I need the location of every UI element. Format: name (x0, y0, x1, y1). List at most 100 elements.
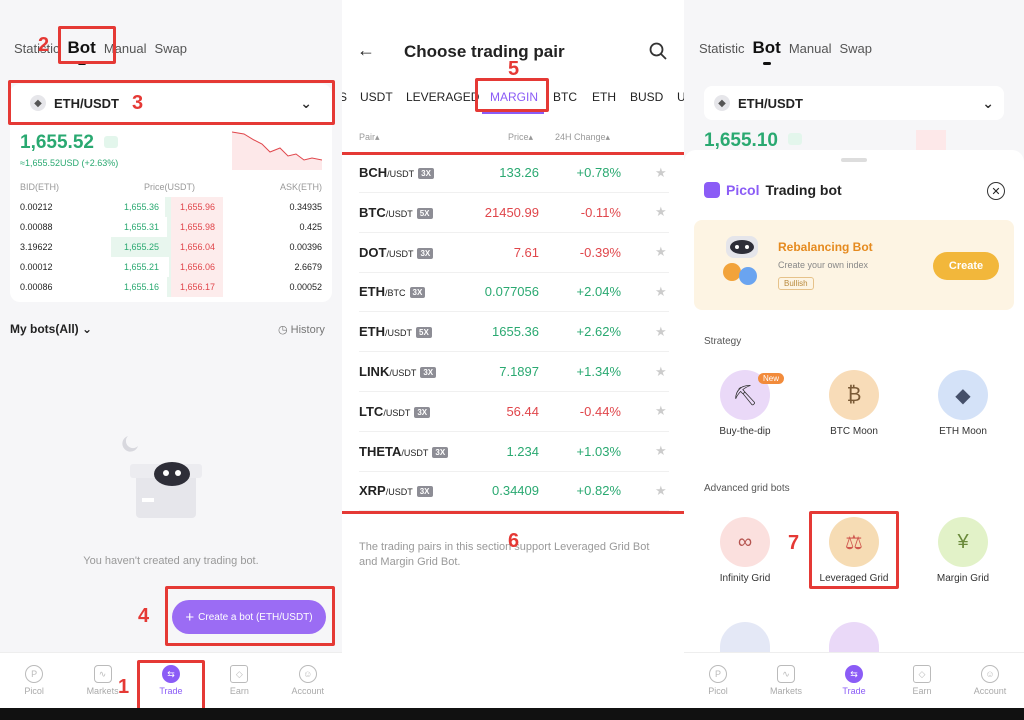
favorite-star-icon[interactable]: ★ (655, 244, 667, 260)
pair-base: THETA/USDT 3X (359, 444, 449, 459)
bot-home-panel: Statistic Bot Manual Swap ◆ ETH/USDT ⌄ 1… (0, 0, 342, 720)
favorite-star-icon[interactable]: ★ (655, 364, 667, 380)
nav-picol[interactable]: P Picol (688, 665, 748, 696)
pair-price: 133.26 (499, 165, 539, 180)
clock-icon: ◷ (278, 324, 288, 336)
tab-eth[interactable]: ETH (592, 90, 616, 104)
banner-title: Rebalancing Bot (778, 240, 873, 254)
pair-row[interactable]: ETH/USDT 5X 1655.36 +2.62% ★ (359, 312, 669, 353)
tab-s[interactable]: S (342, 90, 347, 104)
search-icon[interactable] (649, 42, 667, 60)
orderbook-row[interactable]: 0.00086 1,655.16 1,656.17 0.00052 (20, 277, 322, 297)
pair-row[interactable]: DOT/USDT 3X 7.61 -0.39% ★ (359, 233, 669, 273)
nav-markets[interactable]: ∿ Markets (756, 665, 816, 696)
swap-icon: ⇆ (161, 665, 180, 683)
tab-statistic[interactable]: Statistic (699, 41, 745, 56)
tab-busd[interactable]: BUSD (630, 90, 663, 104)
sheet-handle[interactable] (841, 158, 867, 162)
tab-bot[interactable]: Bot (68, 38, 96, 58)
tab-leveraged[interactable]: LEVERAGED (406, 90, 479, 104)
pair-selector[interactable]: ◆ ETH/USDT ⌄ (20, 86, 322, 120)
mini-price-chart (916, 130, 946, 150)
candle-icon[interactable] (788, 133, 802, 145)
create-rebalancing-button[interactable]: Create (933, 252, 999, 280)
favorite-star-icon[interactable]: ★ (655, 443, 667, 459)
pair-row[interactable]: BCH/USDT 3X 133.26 +0.78% ★ (359, 153, 669, 193)
favorite-star-icon[interactable]: ★ (655, 204, 667, 220)
nav-label: Trade (842, 686, 866, 696)
nav-account[interactable]: ☺ Account (960, 665, 1020, 696)
favorite-star-icon[interactable]: ★ (655, 284, 667, 300)
favorite-star-icon[interactable]: ★ (655, 403, 667, 419)
tab-bot[interactable]: Bot (753, 38, 781, 58)
pair-price: 7.61 (513, 244, 539, 260)
favorite-star-icon[interactable]: ★ (655, 165, 667, 181)
pair-price: 56.44 (506, 403, 539, 419)
bid-amount: 0.00086 (20, 282, 53, 292)
nav-picol[interactable]: P Picol (4, 665, 64, 696)
nav-earn[interactable]: ◇ Earn (892, 665, 952, 696)
back-arrow-icon[interactable]: ← (357, 40, 375, 61)
col-price[interactable]: Price▴ (508, 132, 533, 143)
history-label: History (290, 324, 325, 336)
create-bot-button[interactable]: + Create a bot (ETH/USDT) (172, 600, 326, 634)
trading-bot-sheet-panel: Statistic Bot Manual Swap ◆ ETH/USDT ⌄ 1… (684, 0, 1024, 720)
tab-manual[interactable]: Manual (789, 41, 832, 56)
last-price: 1,655.10 (704, 130, 778, 151)
pair-row[interactable]: THETA/USDT 3X 1.234 +1.03% ★ (359, 432, 669, 472)
pair-row[interactable]: XRP/USDT 3X 0.34409 +0.82% ★ (359, 471, 669, 512)
new-badge: New (758, 373, 785, 384)
nav-trade[interactable]: ⇆ Trade (141, 665, 201, 696)
pair-row[interactable]: LTC/USDT 3X 56.44 -0.44% ★ (359, 392, 669, 432)
nav-label: Picol (708, 686, 728, 696)
orderbook-row[interactable]: 0.00088 1,655.31 1,655.98 0.425 (20, 217, 322, 237)
bot-margin-grid[interactable]: ¥ Margin Grid (923, 517, 1003, 584)
tab-swap[interactable]: Swap (839, 41, 872, 56)
my-bots-label: My bots(All) (10, 322, 79, 336)
ask-price: 1,655.96 (180, 202, 216, 212)
orderbook-row[interactable]: 0.00212 1,655.36 1,655.96 0.34935 (20, 197, 322, 217)
nav-earn[interactable]: ◇ Earn (209, 665, 269, 696)
advanced-label: Advanced grid bots (704, 483, 790, 494)
leverage-badge: 3X (432, 446, 449, 458)
bid-price: 1,655.31 (124, 222, 160, 232)
bid-amount: 0.00088 (20, 222, 53, 232)
pair-price: 21450.99 (484, 204, 539, 220)
nav-trade[interactable]: ⇆ Trade (824, 665, 884, 696)
orderbook-row[interactable]: 0.00012 1,655.21 1,656.06 2.6679 (20, 257, 322, 277)
nav-label: Markets (769, 686, 802, 696)
bot-leveraged-grid[interactable]: ⚖ Leveraged Grid (814, 517, 894, 584)
tab-usdt[interactable]: USDT (360, 90, 393, 104)
candle-icon[interactable] (104, 136, 118, 148)
close-icon[interactable]: ✕ (987, 182, 1005, 200)
annotation-number-7: 7 (788, 532, 800, 554)
pair-row[interactable]: LINK/USDT 3X 7.1897 +1.34% ★ (359, 352, 669, 392)
strategy-eth-moon[interactable]: ◆ ETH Moon (923, 370, 1003, 437)
orderbook-header: BID(ETH) Price(USDT) ASK(ETH) (20, 182, 322, 192)
bot-label-text: Margin Grid (936, 573, 990, 584)
seesaw-icon: ⚖ (829, 517, 879, 567)
orderbook-row[interactable]: 3.19622 1,655.25 1,656.04 0.00396 (20, 237, 322, 257)
history-link[interactable]: ◷ History (278, 323, 325, 336)
annotation-number-6: 6 (508, 530, 520, 552)
pair-row[interactable]: ETH/BTC 3X 0.077056 +2.04% ★ (359, 272, 669, 313)
bot-infinity-grid[interactable]: ∞ Infinity Grid (705, 517, 785, 584)
favorite-star-icon[interactable]: ★ (655, 483, 667, 499)
leverage-badge: 3X (414, 406, 431, 418)
tab-manual[interactable]: Manual (104, 41, 147, 56)
my-bots-filter[interactable]: My bots(All) ⌄ (10, 322, 92, 336)
col-pair[interactable]: Pair▴ (359, 132, 380, 143)
favorite-star-icon[interactable]: ★ (655, 324, 667, 340)
tab-statistic[interactable]: Statistic (14, 41, 60, 56)
tab-btc[interactable]: BTC (553, 90, 577, 104)
tab-u[interactable]: U (677, 90, 684, 104)
nav-account[interactable]: ☺ Account (278, 665, 338, 696)
tab-margin[interactable]: MARGIN (490, 90, 538, 104)
pair-price: 1.234 (506, 443, 539, 459)
strategy-btc-moon[interactable]: ₿ BTC Moon (814, 370, 894, 437)
tab-swap[interactable]: Swap (154, 41, 187, 56)
col-change[interactable]: 24H Change▴ (555, 132, 610, 143)
ask-amount: 0.00052 (289, 282, 322, 292)
pair-row[interactable]: BTC/USDT 5X 21450.99 -0.11% ★ (359, 193, 669, 233)
pair-selector[interactable]: ◆ ETH/USDT ⌄ (704, 86, 1004, 120)
